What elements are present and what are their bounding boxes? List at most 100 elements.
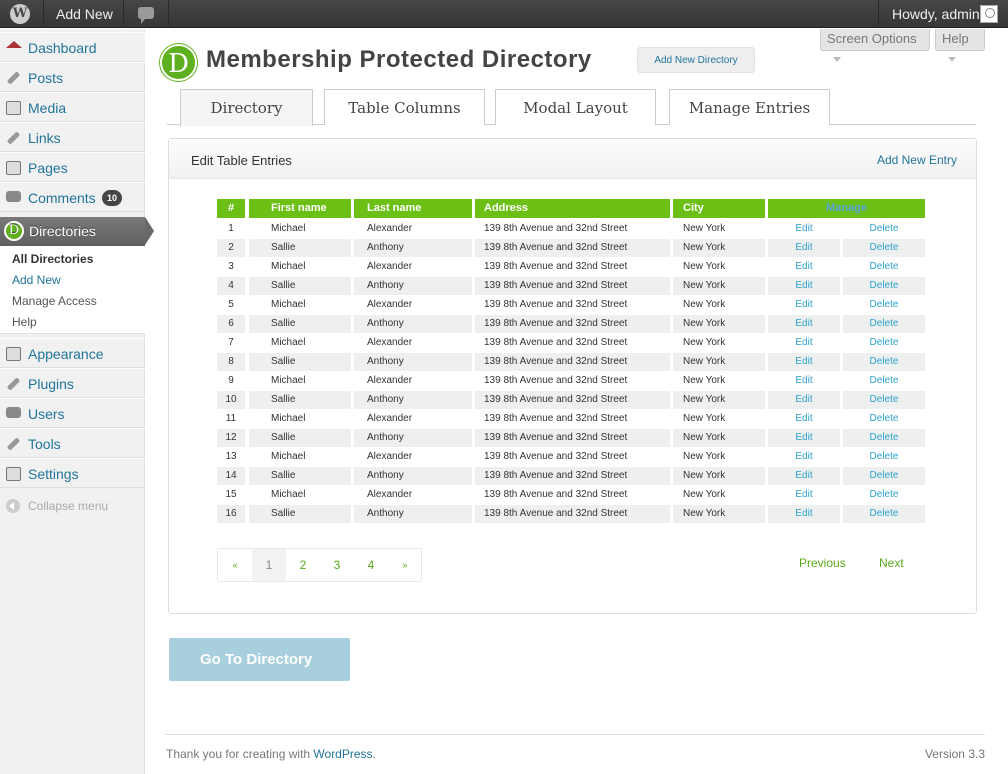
cell-address: 139 8th Avenue and 32nd Street xyxy=(484,451,628,462)
sidebar-item-pages[interactable]: Pages xyxy=(0,152,145,182)
delete-link[interactable]: Delete xyxy=(843,334,925,352)
delete-link[interactable]: Delete xyxy=(843,258,925,276)
edit-link[interactable]: Edit xyxy=(768,315,840,333)
cell-city: New York xyxy=(673,391,765,409)
sidebar-item-settings[interactable]: Settings xyxy=(0,458,145,488)
add-new-entry-link[interactable]: Add New Entry xyxy=(877,153,957,167)
column-header-address: Address xyxy=(475,199,670,218)
delete-link[interactable]: Delete xyxy=(843,505,925,523)
pagination-last[interactable]: » xyxy=(388,549,422,581)
cell-number: 12 xyxy=(217,429,245,447)
collapse-menu-button[interactable]: Collapse menu xyxy=(0,495,145,517)
edit-link[interactable]: Edit xyxy=(768,258,840,276)
cell-address: 139 8th Avenue and 32nd Street xyxy=(475,353,670,371)
edit-link[interactable]: Edit xyxy=(768,372,840,390)
pagination-page-2[interactable]: 2 xyxy=(286,549,320,581)
table-row: 4 Sallie Anthony 139 8th Avenue and 32nd St… xyxy=(217,277,925,296)
delete-link[interactable]: Delete xyxy=(843,239,925,257)
tab-table-columns[interactable]: Table Columns xyxy=(324,89,485,125)
sidebar-item-appearance[interactable]: Appearance xyxy=(0,338,145,368)
delete-link[interactable]: Delete xyxy=(843,486,925,504)
edit-link[interactable]: Edit xyxy=(768,448,840,466)
footer-credit: Thank you for creating with WordPress. xyxy=(166,747,376,761)
delete-link[interactable]: Delete xyxy=(843,296,925,314)
table-row: 2 Sallie Anthony 139 8th Avenue and 32nd St… xyxy=(217,239,925,258)
delete-link[interactable]: Delete xyxy=(843,372,925,390)
user-avatar-icon[interactable] xyxy=(980,5,998,23)
sidebar-item-media[interactable]: Media xyxy=(0,92,145,122)
wordpress-logo-icon[interactable]: W xyxy=(10,4,30,24)
sidebar-item-plugins[interactable]: Plugins xyxy=(0,368,145,398)
footer-period: . xyxy=(372,747,376,761)
submenu-manage-access[interactable]: Manage Access xyxy=(12,294,97,308)
delete-link[interactable]: Delete xyxy=(843,220,925,238)
edit-link[interactable]: Edit xyxy=(768,353,840,371)
previous-link[interactable]: Previous xyxy=(799,556,846,570)
sidebar-item-comments[interactable]: Comments 10 xyxy=(0,182,145,212)
pagination-page-3[interactable]: 3 xyxy=(320,549,354,581)
cell-number: 8 xyxy=(217,353,245,371)
howdy-user-menu[interactable]: Howdy, admin xyxy=(892,0,980,28)
edit-link[interactable]: Edit xyxy=(768,334,840,352)
next-link[interactable]: Next xyxy=(879,556,904,570)
cell-number: 6 xyxy=(217,315,245,333)
table-row: 16 Sallie Anthony 139 8th Avenue and 32nd S… xyxy=(217,505,925,524)
edit-link[interactable]: Edit xyxy=(768,429,840,447)
screen-options-button[interactable]: Screen Options xyxy=(820,29,930,63)
wordpress-link[interactable]: WordPress xyxy=(313,747,372,761)
add-new-menu[interactable]: Add New xyxy=(56,0,113,28)
sidebar-item-directories[interactable]: D Directories xyxy=(0,217,154,246)
submenu-all-directories[interactable]: All Directories xyxy=(12,252,93,266)
tab-directory-settings[interactable]: Directory Settings xyxy=(180,89,313,153)
pagination-first[interactable]: « xyxy=(218,549,252,581)
pagination-page-1[interactable]: 1 xyxy=(252,549,286,581)
cell-address: 139 8th Avenue and 32nd Street xyxy=(475,429,670,447)
tab-manage-entries[interactable]: Manage Entries xyxy=(669,89,830,125)
sidebar-item-label: Plugins xyxy=(28,376,74,392)
edit-link[interactable]: Edit xyxy=(768,391,840,409)
delete-link[interactable]: Delete xyxy=(843,391,925,409)
sidebar-item-posts[interactable]: Posts xyxy=(0,62,145,92)
sidebar-item-dashboard[interactable]: Dashboard xyxy=(0,32,145,62)
delete-link[interactable]: Delete xyxy=(843,410,925,428)
cell-city: New York xyxy=(683,223,726,234)
edit-link[interactable]: Edit xyxy=(768,486,840,504)
edit-link[interactable]: Edit xyxy=(768,239,840,257)
help-button[interactable]: Help xyxy=(935,29,985,63)
delete-link[interactable]: Delete xyxy=(843,315,925,333)
sidebar-item-tools[interactable]: Tools xyxy=(0,428,145,458)
delete-link[interactable]: Delete xyxy=(843,277,925,295)
sidebar-item-label: Pages xyxy=(28,160,68,176)
comments-icon[interactable] xyxy=(138,7,154,24)
delete-link[interactable]: Delete xyxy=(843,467,925,485)
sidebar-item-links[interactable]: Links xyxy=(0,122,145,152)
table-row: 13 Michael Alexander 139 8th Avenue and 32n… xyxy=(217,448,925,467)
cell-number: 9 xyxy=(228,375,234,386)
edit-link[interactable]: Edit xyxy=(768,410,840,428)
table-row: 14 Sallie Anthony 139 8th Avenue and 32nd S… xyxy=(217,467,925,486)
edit-link[interactable]: Edit xyxy=(768,296,840,314)
cell-last-name: Anthony xyxy=(354,315,472,333)
cell-number: 16 xyxy=(217,505,245,523)
submenu-add-new[interactable]: Add New xyxy=(12,273,61,287)
delete-link[interactable]: Delete xyxy=(843,353,925,371)
table-row: 1 Michael Alexander 139 8th Avenue and 32nd… xyxy=(217,220,925,239)
admin-sidebar: Dashboard Posts Media Links Pages Commen… xyxy=(0,29,154,774)
cell-first-name: Sallie xyxy=(249,429,351,447)
submenu-help[interactable]: Help xyxy=(12,315,37,329)
sidebar-item-label: Dashboard xyxy=(28,40,97,56)
edit-link[interactable]: Edit xyxy=(768,220,840,238)
pagination-page-4[interactable]: 4 xyxy=(354,549,388,581)
edit-link[interactable]: Edit xyxy=(768,277,840,295)
edit-link[interactable]: Edit xyxy=(768,467,840,485)
edit-link[interactable]: Edit xyxy=(768,505,840,523)
pages-icon xyxy=(6,161,21,175)
cell-first-name: Michael xyxy=(271,223,306,234)
go-to-directory-button[interactable]: Go To Directory xyxy=(169,638,350,681)
add-new-directory-button[interactable]: Add New Directory xyxy=(637,47,755,73)
delete-link[interactable]: Delete xyxy=(843,429,925,447)
delete-link[interactable]: Delete xyxy=(843,448,925,466)
tab-modal-layout[interactable]: Modal Layout xyxy=(495,89,656,125)
sidebar-item-users[interactable]: Users xyxy=(0,398,145,428)
sidebar-item-label: Settings xyxy=(28,466,79,482)
